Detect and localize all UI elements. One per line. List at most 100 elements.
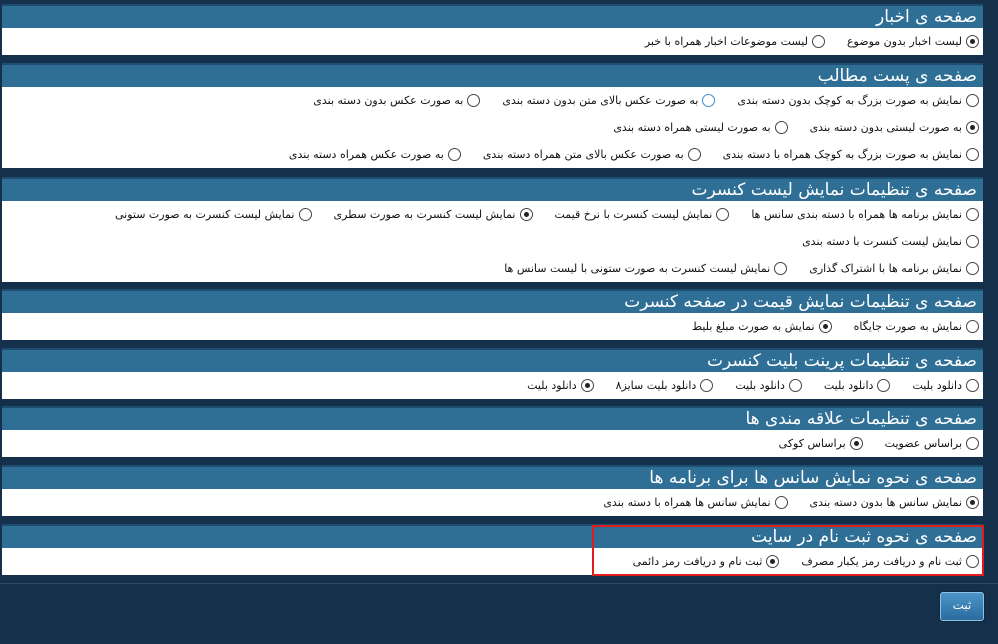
radio-button[interactable]	[966, 555, 979, 568]
radio-option[interactable]: ثبت نام و دریافت رمز یکبار مصرف	[801, 555, 979, 568]
radio-button[interactable]	[966, 437, 979, 450]
radio-option[interactable]: نمایش برنامه ها با اشتراک گذاری	[809, 262, 979, 275]
settings-section: صفحه ی اخبار لیست اخبار بدون موضوع لیست مو…	[2, 4, 983, 55]
radio-button[interactable]	[811, 35, 825, 48]
radio-option[interactable]: به صورت عکس بدون دسته بندی	[313, 94, 481, 107]
radio-button[interactable]	[877, 379, 891, 392]
radio-label: ثبت نام و دریافت رمز دائمی	[632, 555, 763, 568]
radio-button[interactable]	[774, 496, 788, 509]
section-options: براساس عضویت براساس کوکی	[2, 430, 983, 457]
radio-label: نمایش برنامه ها همراه با دسته بندی سانس …	[751, 208, 962, 221]
radio-option[interactable]: نمایش به صورت جایگاه	[854, 320, 979, 333]
radio-button[interactable]	[966, 94, 979, 107]
radio-button[interactable]	[702, 94, 716, 107]
radio-option[interactable]: دانلود بلیت سایز۸	[616, 379, 714, 392]
radio-label: به صورت لیستی بدون دسته بندی	[809, 121, 962, 134]
radio-option[interactable]: نمایش لیست کنسرت به صورت ستونی با لیست س…	[504, 262, 788, 275]
settings-section: صفحه ی نحوه ثبت نام در سایت ثبت نام و دری…	[2, 524, 983, 575]
settings-section: صفحه ی نحوه نمایش سانس ها برای برنامه ها…	[2, 465, 983, 516]
radio-option[interactable]: نمایش سانس ها بدون دسته بندی	[810, 496, 979, 509]
radio-button[interactable]	[774, 262, 788, 275]
radio-option[interactable]: به صورت عکس همراه دسته بندی	[289, 148, 461, 161]
radio-option[interactable]: براساس کوکی	[779, 437, 863, 450]
radio-label: نمایش به صورت بزرگ به کوچک همراه با دسته…	[722, 148, 962, 161]
radio-label: نمایش لیست کنسرت به صورت ستونی	[114, 208, 295, 221]
section-options: نمایش به صورت بزرگ به کوچک بدون دسته بند…	[2, 87, 983, 168]
radio-button[interactable]	[298, 208, 312, 221]
radio-option[interactable]: نمایش به صورت مبلغ بلیط	[692, 320, 832, 333]
radio-button-selected[interactable]	[966, 121, 979, 134]
radio-button-selected[interactable]	[580, 379, 594, 392]
options-row: نمایش برنامه ها با اشتراک گذاری نمایش لیس…	[2, 255, 983, 282]
radio-button[interactable]	[788, 379, 802, 392]
settings-section: صفحه ی تنظیمات نمایش لیست کنسرت نمایش برن…	[2, 177, 983, 282]
section-title: صفحه ی تنظیمات علاقه مندی ها	[2, 406, 983, 430]
radio-option[interactable]: دانلود بلیت	[912, 379, 979, 392]
section-title: صفحه ی پست مطالب	[2, 63, 983, 87]
radio-option[interactable]: نمایش به صورت بزرگ به کوچک همراه با دسته…	[723, 148, 979, 161]
options-row: نمایش برنامه ها همراه با دسته بندی سانس …	[2, 201, 983, 228]
submit-button[interactable]: ثبت	[940, 592, 984, 621]
radio-option[interactable]: نمایش به صورت بزرگ به کوچک بدون دسته بند…	[737, 94, 979, 107]
radio-option[interactable]: دانلود بلیت	[824, 379, 891, 392]
radio-option[interactable]: نمایش لیست کنسرت با نرخ قیمت	[555, 208, 730, 221]
section-title: صفحه ی تنظیمات نمایش قیمت در صفحه کنسرت	[2, 289, 983, 313]
radio-option[interactable]: دانلود بلیت	[735, 379, 802, 392]
radio-button[interactable]	[447, 148, 461, 161]
radio-option[interactable]: نمایش برنامه ها همراه با دسته بندی سانس …	[751, 208, 979, 221]
radio-button-selected[interactable]	[766, 555, 780, 568]
footer-divider	[0, 583, 998, 584]
section-title: صفحه ی تنظیمات پرینت بلیت کنسرت	[2, 348, 983, 372]
settings-section: صفحه ی پست مطالب نمایش به صورت بزرگ به کو…	[2, 63, 983, 168]
radio-label: براساس کوکی	[778, 437, 846, 450]
radio-option[interactable]: لیست موضوعات اخبار همراه با خبر	[645, 35, 825, 48]
section-options: نمایش به صورت جایگاه نمایش به صورت مبلغ ب…	[2, 313, 983, 340]
radio-button[interactable]	[467, 94, 481, 107]
radio-label: دانلود بلیت	[527, 379, 577, 392]
settings-section: صفحه ی تنظیمات نمایش قیمت در صفحه کنسرت ن…	[2, 289, 983, 340]
radio-button[interactable]	[966, 262, 979, 275]
radio-label: نمایش لیست کنسرت به صورت سطری	[333, 208, 516, 221]
radio-button[interactable]	[774, 121, 788, 134]
radio-button[interactable]	[966, 208, 979, 221]
radio-button[interactable]	[687, 148, 701, 161]
radio-label: دانلود بلیت سایز۸	[615, 379, 697, 392]
radio-option[interactable]: نمایش لیست کنسرت به صورت ستونی	[115, 208, 312, 221]
radio-button-selected[interactable]	[849, 437, 863, 450]
radio-option[interactable]: به صورت لیستی همراه دسته بندی	[613, 121, 788, 134]
radio-button-selected[interactable]	[818, 320, 832, 333]
radio-option[interactable]: نمایش سانس ها همراه با دسته بندی	[603, 496, 788, 509]
radio-button-selected[interactable]	[966, 496, 979, 509]
radio-button[interactable]	[700, 379, 714, 392]
radio-option[interactable]: به صورت عکس بالای متن بدون دسته بندی	[502, 94, 716, 107]
radio-label: دانلود بلیت	[823, 379, 874, 392]
section-options: نمایش سانس ها بدون دسته بندی نمایش سانس ه…	[2, 489, 983, 516]
radio-button-selected[interactable]	[966, 35, 979, 48]
radio-option[interactable]: لیست اخبار بدون موضوع	[847, 35, 979, 48]
options-row: دانلود بلیت دانلود بلیت دانلود بلیت دانلود …	[2, 372, 983, 399]
radio-option[interactable]: ثبت نام و دریافت رمز دائمی	[633, 555, 780, 568]
radio-button-selected[interactable]	[519, 208, 533, 221]
radio-label: به صورت عکس بدون دسته بندی	[313, 94, 464, 107]
radio-label: دانلود بلیت	[912, 379, 962, 392]
radio-option[interactable]: به صورت عکس بالای متن همراه دسته بندی	[483, 148, 701, 161]
radio-option[interactable]: نمایش لیست کنسرت با دسته بندی	[802, 235, 979, 248]
radio-option[interactable]: دانلود بلیت	[527, 379, 594, 392]
section-title: صفحه ی اخبار	[2, 4, 983, 28]
options-row: نمایش لیست کنسرت با دسته بندی	[2, 228, 983, 255]
radio-label: نمایش لیست کنسرت با نرخ قیمت	[554, 208, 713, 221]
radio-button[interactable]	[716, 208, 730, 221]
radio-button[interactable]	[966, 320, 979, 333]
radio-option[interactable]: به صورت لیستی بدون دسته بندی	[810, 121, 979, 134]
radio-button[interactable]	[966, 235, 979, 248]
radio-option[interactable]: براساس عضویت	[885, 437, 979, 450]
settings-section: صفحه ی تنظیمات پرینت بلیت کنسرت دانلود بل…	[2, 348, 983, 399]
radio-label: نمایش به صورت مبلغ بلیط	[691, 320, 815, 333]
radio-option[interactable]: نمایش لیست کنسرت به صورت سطری	[334, 208, 533, 221]
radio-button[interactable]	[966, 379, 979, 392]
section-title: صفحه ی نحوه ثبت نام در سایت	[2, 524, 983, 548]
section-options: دانلود بلیت دانلود بلیت دانلود بلیت دانلود …	[2, 372, 983, 399]
radio-label: نمایش لیست کنسرت با دسته بندی	[802, 235, 962, 248]
radio-button[interactable]	[966, 148, 979, 161]
radio-label: براساس عضویت	[884, 437, 962, 450]
